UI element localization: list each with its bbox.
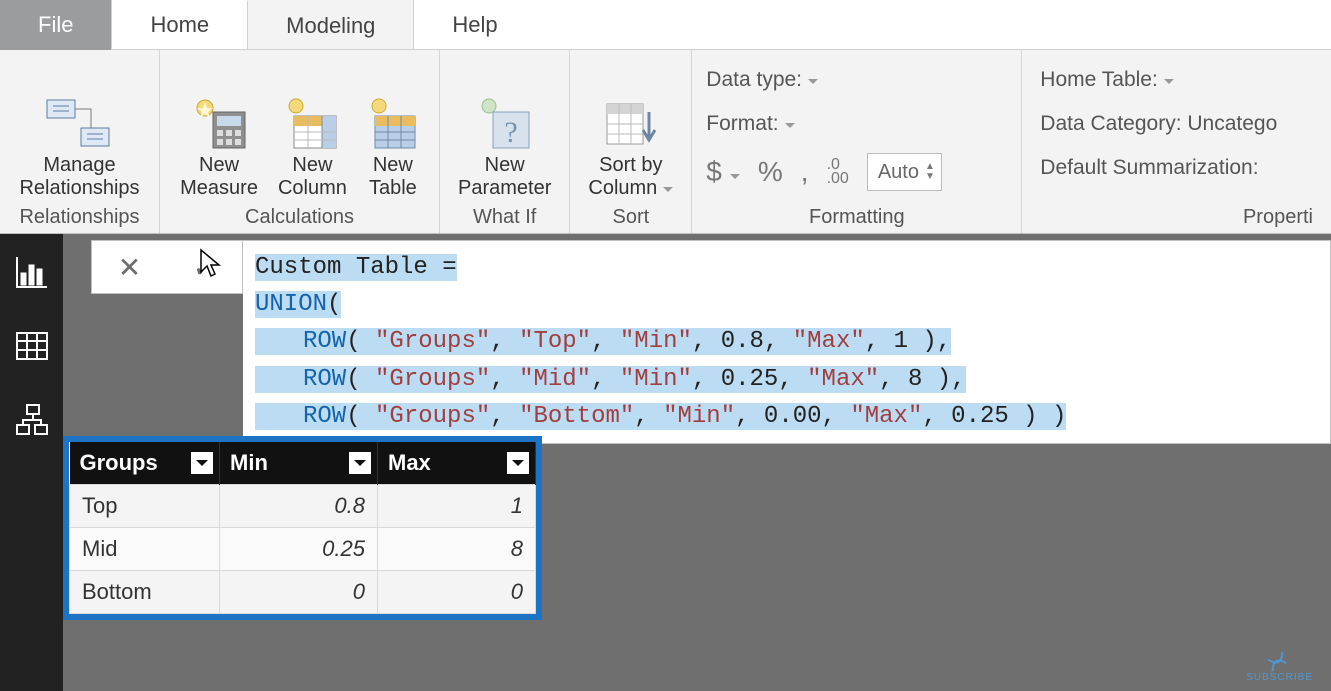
tab-modeling[interactable]: Modeling [247,0,413,50]
table-preview: Groups Min Max Top 0.8 1 Mid 0.25 8 [63,436,542,620]
table-row[interactable]: Top 0.8 1 [70,485,536,528]
ribbon: Manage Relationships Relationships New M… [0,50,1331,234]
tab-help[interactable]: Help [413,0,535,50]
currency-format-button[interactable]: $ [706,156,740,188]
new-column-button[interactable]: New Column [274,96,351,202]
left-nav [0,234,63,691]
new-parameter-button[interactable]: ? New Parameter [454,96,555,202]
new-measure-icon [191,98,247,150]
filter-icon[interactable] [507,452,529,474]
cancel-formula-button[interactable]: ✕ [118,251,141,284]
new-table-button[interactable]: New Table [363,96,423,202]
column-header-groups[interactable]: Groups [70,442,220,485]
main-area: ✕ ✓ Custom Table = UNION( ROW( "Groups",… [0,234,1331,691]
decimal-places-input[interactable]: Auto ▲▼ [867,153,942,191]
model-view-button[interactable] [12,400,52,440]
new-parameter-icon: ? [477,98,533,150]
svg-text:?: ? [504,116,517,149]
subscribe-badge: SUBSCRIBE [1246,650,1313,683]
tab-file[interactable]: File [0,0,111,50]
group-label-sort: Sort [584,202,677,231]
group-label-relationships: Relationships [14,202,145,231]
column-header-min[interactable]: Min [220,442,378,485]
new-column-icon [284,98,340,150]
new-measure-button[interactable]: New Measure [176,96,262,202]
group-label-formatting: Formatting [706,206,1007,231]
new-table-icon [367,98,419,150]
menu-tabs: File Home Modeling Help [0,0,1331,50]
format-dropdown[interactable]: Format: [706,112,794,136]
commit-formula-button[interactable]: ✓ [193,251,216,284]
dna-icon [1262,644,1296,675]
decimal-format-button[interactable]: .0 .00 [827,158,849,186]
thousands-separator-button[interactable]: , [801,156,809,188]
sort-by-column-button[interactable]: Sort by Column [584,96,677,202]
data-category-dropdown[interactable]: Data Category: Uncatego [1040,112,1277,136]
percent-format-button[interactable]: % [758,156,783,188]
manage-relationships-button[interactable]: Manage Relationships [15,96,143,202]
data-type-dropdown[interactable]: Data type: [706,68,818,92]
home-table-dropdown[interactable]: Home Table: [1040,68,1174,92]
table-row[interactable]: Mid 0.25 8 [70,528,536,571]
tab-home[interactable]: Home [111,0,247,50]
sort-by-column-icon [603,98,659,150]
data-view-icon [15,329,49,363]
data-view-button[interactable] [12,326,52,366]
default-summarization-dropdown[interactable]: Default Summarization: [1040,156,1258,180]
filter-icon[interactable] [349,452,371,474]
column-header-max[interactable]: Max [378,442,536,485]
relationships-icon [45,98,113,150]
group-label-properties: Properti [1040,206,1331,231]
report-view-icon [15,255,49,289]
model-view-icon [15,403,49,437]
spin-down-icon[interactable]: ▼ [925,172,935,182]
group-label-calculations: Calculations [174,202,425,231]
report-view-button[interactable] [12,252,52,292]
filter-icon[interactable] [191,452,213,474]
formula-editor[interactable]: Custom Table = UNION( ROW( "Groups", "To… [243,240,1331,444]
group-label-whatif: What If [454,202,555,231]
formula-bar: ✕ ✓ Custom Table = UNION( ROW( "Groups",… [91,240,1331,444]
table-row[interactable]: Bottom 0 0 [70,571,536,614]
